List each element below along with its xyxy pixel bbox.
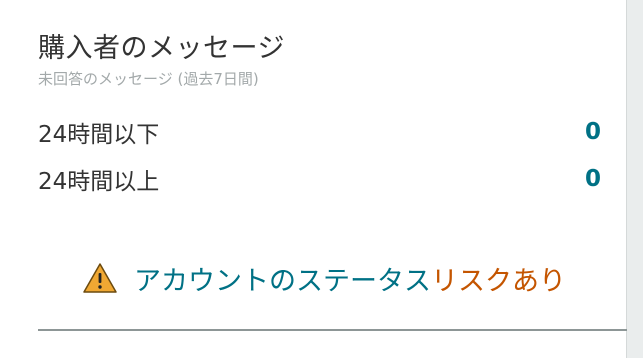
- message-row-over-24h: 24時間以上 0: [38, 161, 601, 197]
- risk-status-text: リスクあり: [431, 265, 566, 297]
- buyer-messages-card: 購入者のメッセージ 未回答のメッセージ (過去7日間) 24時間以下 0 24時…: [0, 0, 627, 358]
- message-count-link[interactable]: 0: [585, 166, 601, 192]
- row-label: 24時間以下: [38, 122, 160, 148]
- row-label: 24時間以上: [38, 169, 160, 195]
- card-subtitle: 未回答のメッセージ (過去7日間): [38, 70, 259, 88]
- message-row-under-24h: 24時間以下 0: [38, 114, 601, 150]
- warning-icon: [83, 263, 117, 293]
- card-title: 購入者のメッセージ: [38, 33, 285, 64]
- account-status-link[interactable]: アカウントのステータス: [134, 259, 431, 298]
- message-count-link[interactable]: 0: [585, 119, 601, 145]
- account-status: アカウントのステータス リスクあり: [82, 258, 566, 298]
- divider: [38, 329, 627, 331]
